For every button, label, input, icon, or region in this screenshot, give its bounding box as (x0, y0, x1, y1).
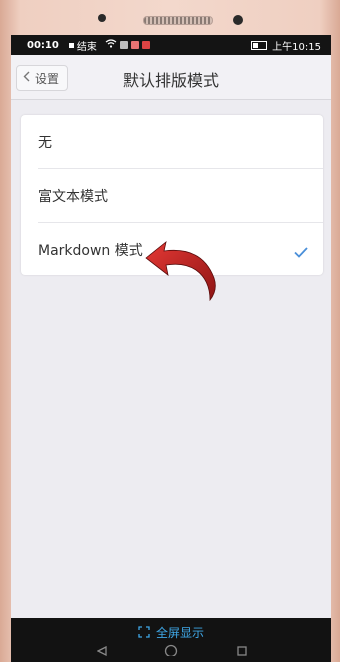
page-title: 默认排版模式 (122, 71, 219, 90)
option-label: 无 (38, 134, 52, 151)
notification-icon (119, 41, 128, 49)
end-recording-button[interactable]: 结束 (77, 38, 97, 53)
navigation-bar: 设置 默认排版模式 (11, 55, 331, 100)
bottom-bar: 全屏显示 (11, 618, 331, 662)
wifi-icon (105, 39, 117, 51)
sensor-icon (98, 14, 106, 22)
nav-home-icon[interactable] (164, 641, 178, 660)
option-label: 富文本模式 (38, 188, 108, 205)
option-label: Markdown 模式 (38, 242, 143, 259)
system-navigation (11, 644, 331, 660)
option-none[interactable]: 无 (21, 115, 323, 168)
fullscreen-label: 全屏显示 (155, 626, 204, 640)
pointer-arrow-icon (144, 238, 224, 307)
status-right: 上午10:15 (251, 38, 321, 53)
phone-frame: 00:10 结束 上午10:15 设置 默认排版模式 无 富文本模式 Markd… (0, 0, 340, 662)
checkmark-icon (294, 243, 308, 262)
front-camera-icon (233, 15, 243, 25)
nav-back-icon[interactable] (96, 641, 107, 660)
status-time: 00:10 (27, 39, 59, 51)
fullscreen-button[interactable]: 全屏显示 (11, 624, 331, 641)
status-bar: 00:10 结束 上午10:15 (11, 35, 331, 55)
option-rich-text[interactable]: 富文本模式 (21, 169, 323, 222)
notification-icon (141, 41, 150, 49)
fullscreen-icon (138, 626, 150, 641)
recording-icon (68, 42, 74, 48)
battery-icon (251, 40, 268, 50)
screen: 00:10 结束 上午10:15 设置 默认排版模式 无 富文本模式 Markd… (11, 35, 331, 662)
earpiece-speaker (143, 16, 213, 25)
nav-recent-icon[interactable] (237, 641, 247, 660)
status-clock: 上午10:15 (272, 41, 321, 53)
notification-icon (130, 41, 139, 49)
